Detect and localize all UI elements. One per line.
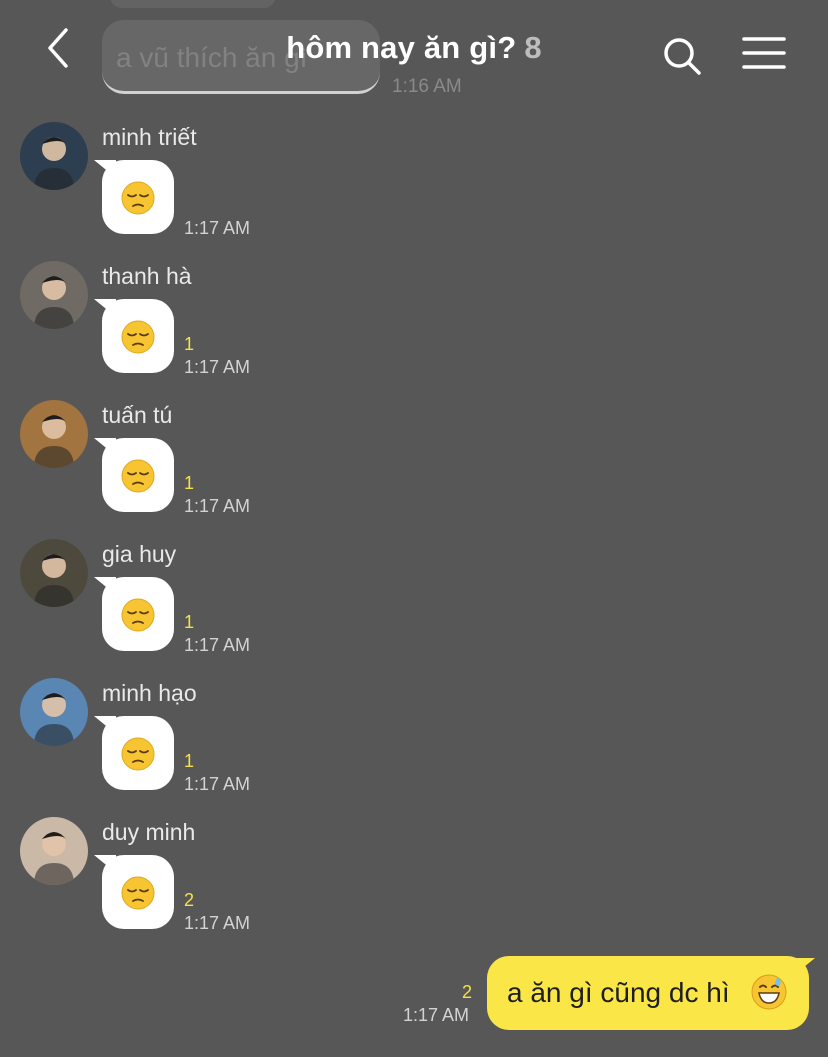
member-count: 8	[524, 30, 542, 65]
avatar[interactable]	[20, 400, 88, 468]
message-time: 1:17 AM	[184, 913, 251, 933]
avatar-photo	[20, 122, 88, 190]
unread-count: 2	[184, 890, 195, 910]
message-bubble[interactable]	[102, 855, 174, 929]
search-icon	[664, 38, 701, 75]
avatar[interactable]	[20, 678, 88, 746]
message-bubble[interactable]	[102, 160, 174, 234]
message-item: gia huy 1 1:17 AM	[0, 539, 828, 674]
message-bubble[interactable]	[102, 716, 174, 790]
search-button[interactable]	[660, 34, 704, 78]
avatar[interactable]	[20, 817, 88, 885]
pensive-face-icon	[121, 181, 155, 215]
pensive-face-icon	[121, 598, 155, 632]
message-time: 1:17 AM	[184, 635, 251, 655]
pensive-face-icon	[121, 459, 155, 493]
sender-name: gia huy	[102, 541, 177, 567]
pensive-face-icon	[121, 876, 155, 910]
avatar[interactable]	[20, 539, 88, 607]
my-message-unread-count: 2	[462, 982, 473, 1002]
message-item: minh hạo 1 1:17 AM	[0, 678, 828, 813]
grinning-sweat-face-icon	[751, 974, 787, 1010]
message-time: 1:17 AM	[184, 218, 251, 238]
message-time: 1:17 AM	[184, 774, 251, 794]
avatar-photo	[20, 678, 88, 746]
pensive-face-icon	[121, 320, 155, 354]
message-bubble[interactable]	[102, 438, 174, 512]
my-message-text: a ăn gì cũng dc hì	[507, 977, 730, 1008]
message-item: minh triết 1:17 AM	[0, 122, 828, 257]
unread-count: 1	[184, 473, 195, 493]
unread-count: 1	[184, 612, 195, 632]
chat-room-name: hôm nay ăn gì?	[286, 30, 517, 65]
unread-count: 1	[184, 751, 195, 771]
message-item: tuấn tú 1 1:17 AM	[0, 400, 828, 535]
sender-name: duy minh	[102, 819, 196, 845]
pensive-face-icon	[121, 737, 155, 771]
avatar[interactable]	[20, 261, 88, 329]
sender-name: thanh hà	[102, 263, 192, 289]
avatar-photo	[20, 400, 88, 468]
unread-count: 1	[184, 334, 195, 354]
menu-button[interactable]	[740, 36, 788, 72]
my-message-bubble[interactable]: a ăn gì cũng dc hì	[487, 956, 809, 1030]
message-time: 1:17 AM	[184, 496, 251, 516]
avatar-photo	[20, 817, 88, 885]
message-item: thanh hà 1 1:17 AM	[0, 261, 828, 396]
sender-name: minh hạo	[102, 680, 197, 706]
message-item: duy minh 2 1:17 AM	[0, 817, 828, 952]
avatar-photo	[20, 539, 88, 607]
hamburger-menu-icon	[742, 37, 786, 69]
chat-header: hôm nay ăn gì? 8	[0, 0, 828, 110]
sender-name: tuấn tú	[102, 402, 173, 428]
message-bubble[interactable]	[102, 299, 174, 373]
sender-name: minh triết	[102, 124, 197, 150]
my-message-time: 1:17 AM	[403, 1005, 470, 1025]
message-bubble[interactable]	[102, 577, 174, 651]
avatar-photo	[20, 261, 88, 329]
message-time: 1:17 AM	[184, 357, 251, 377]
avatar[interactable]	[20, 122, 88, 190]
